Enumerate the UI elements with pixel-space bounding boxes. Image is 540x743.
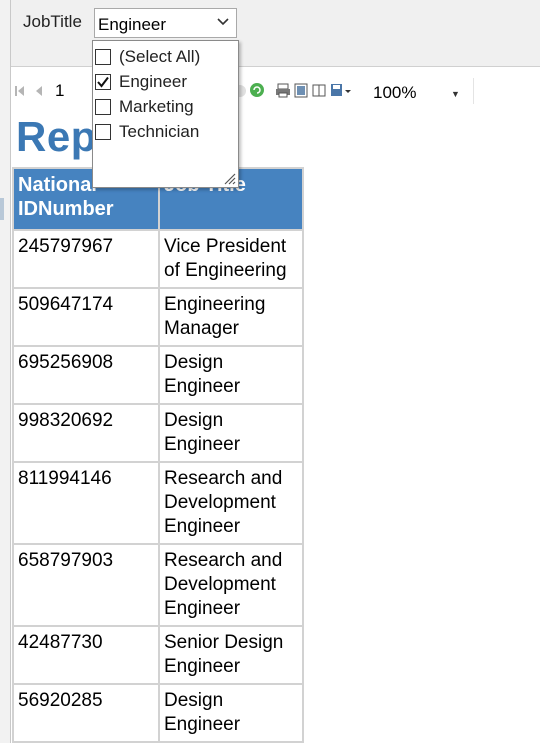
option-label: Engineer [119, 72, 188, 91]
jobtitle-label: JobTitle [23, 12, 82, 31]
table-row: 998320692 Design Engineer [12, 403, 304, 463]
jobtitle-selected-value: Engineer [98, 15, 167, 34]
page-number-input[interactable]: 1 [55, 81, 64, 101]
technician-checkbox[interactable] [95, 124, 111, 140]
option-label: Technician [119, 122, 200, 141]
zoom-dropdown-icon[interactable]: ▼ [451, 89, 460, 99]
report-toolbar: 1 100% ▼ [11, 75, 540, 109]
left-panel-strip [0, 0, 11, 743]
zoom-select[interactable]: 100% [373, 83, 416, 103]
table-row: 42487730 Senior Design Engineer [12, 625, 304, 685]
option-label: Marketing [119, 97, 194, 116]
national-id-cell: 509647174 [12, 287, 160, 347]
select-all-checkbox[interactable] [95, 49, 111, 65]
national-id-cell: 695256908 [12, 345, 160, 405]
table-row: 811994146 Research and Development Engin… [12, 461, 304, 545]
report-table: National IDNumber Job Title 245797967 Vi… [12, 167, 304, 743]
table-row: 245797967 Vice President of Engineering [12, 229, 304, 289]
option-select-all[interactable]: (Select All) [95, 46, 235, 70]
option-label: (Select All) [119, 47, 201, 66]
job-title-cell: Design Engineer [158, 345, 304, 405]
national-id-cell: 811994146 [12, 461, 160, 545]
page-setup-icon[interactable] [312, 83, 326, 98]
previous-page-icon[interactable] [35, 85, 43, 97]
engineer-checkbox[interactable] [95, 74, 111, 90]
refresh-icon[interactable] [249, 82, 265, 98]
print-icon[interactable] [275, 83, 291, 98]
national-id-cell: 245797967 [12, 229, 160, 289]
find-text-field[interactable] [473, 78, 540, 104]
national-id-cell: 56920285 [12, 683, 160, 743]
job-title-cell: Research and Development Engineer [158, 461, 304, 545]
national-id-cell: 42487730 [12, 625, 160, 685]
option-marketing[interactable]: Marketing [95, 96, 235, 120]
first-page-icon[interactable] [15, 85, 25, 97]
table-row: 695256908 Design Engineer [12, 345, 304, 405]
national-id-cell: 998320692 [12, 403, 160, 463]
job-title-cell: Senior Design Engineer [158, 625, 304, 685]
job-title-cell: Research and Development Engineer [158, 543, 304, 627]
print-layout-icon[interactable] [294, 83, 308, 98]
option-engineer[interactable]: Engineer [95, 71, 235, 95]
job-title-cell: Engineering Manager [158, 287, 304, 347]
job-title-cell: Vice President of Engineering [158, 229, 304, 289]
marketing-checkbox[interactable] [95, 99, 111, 115]
parameter-area: JobTitle Engineer [11, 0, 540, 67]
table-row: 658797903 Research and Development Engin… [12, 543, 304, 627]
job-title-cell: Design Engineer [158, 683, 304, 743]
export-icon[interactable] [330, 83, 352, 98]
table-row: 56920285 Design Engineer [12, 683, 304, 743]
resize-grip-icon[interactable] [224, 173, 236, 185]
checkmark-icon [97, 76, 109, 88]
option-technician[interactable]: Technician [95, 121, 235, 145]
national-id-cell: 658797903 [12, 543, 160, 627]
strip-marker [0, 198, 4, 220]
table-row: 509647174 Engineering Manager [12, 287, 304, 347]
jobtitle-dropdown-list: (Select All) Engineer Marketing Technici… [92, 40, 239, 188]
jobtitle-select[interactable]: Engineer [94, 8, 237, 38]
chevron-down-icon[interactable] [216, 14, 230, 28]
report-title: Rep [16, 113, 97, 160]
job-title-cell: Design Engineer [158, 403, 304, 463]
